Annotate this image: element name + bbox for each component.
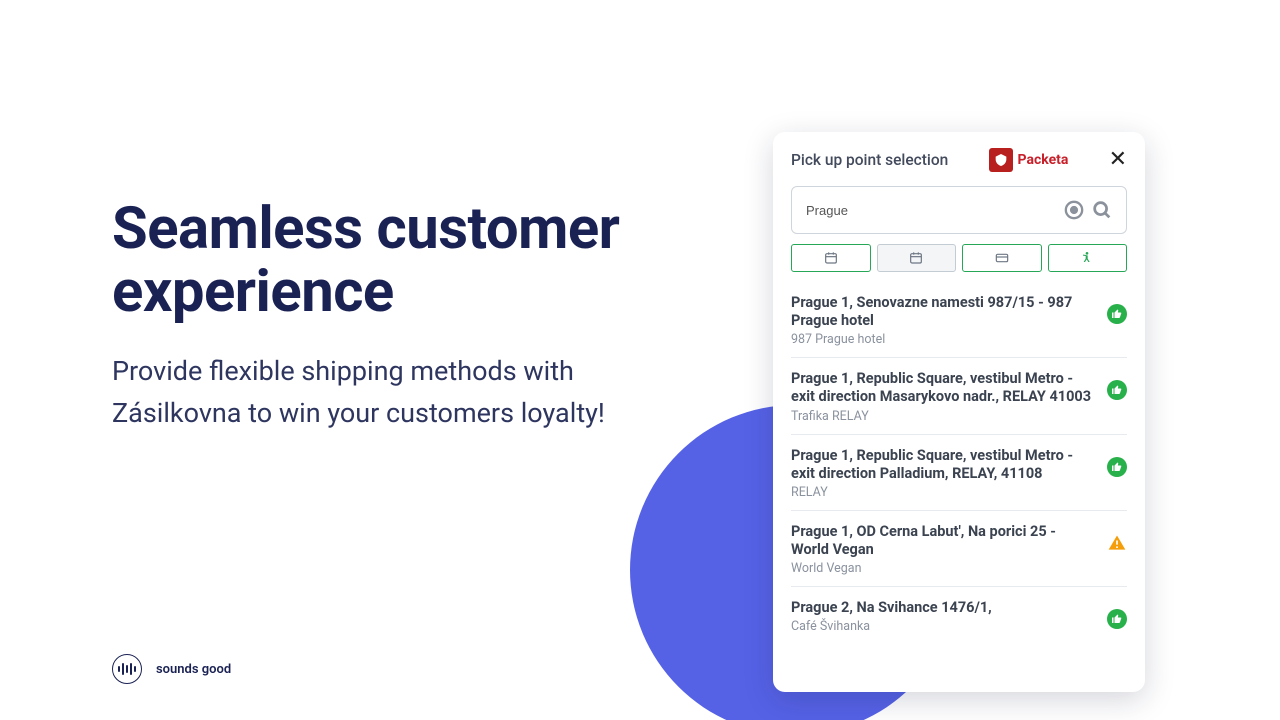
subheadline: Provide flexible shipping methods with Z… <box>112 351 632 435</box>
pickup-subtitle: RELAY <box>791 485 1097 500</box>
pickup-title: Prague 1, Republic Square, vestibul Metr… <box>791 370 1097 406</box>
locate-icon[interactable] <box>1060 196 1088 224</box>
search-icon[interactable] <box>1088 196 1116 224</box>
close-icon[interactable]: ✕ <box>1109 149 1127 171</box>
packeta-brand: Packeta <box>989 148 1069 172</box>
search-input[interactable] <box>806 203 1060 218</box>
filter-card[interactable] <box>962 244 1042 272</box>
pickup-point-row[interactable]: Prague 1, Republic Square, vestibul Metr… <box>791 357 1127 433</box>
filter-accessible[interactable] <box>1048 244 1128 272</box>
filter-calendar[interactable] <box>791 244 871 272</box>
sounds-good-badge: sounds good <box>112 654 231 684</box>
pickup-title: Prague 2, Na Svihance 1476/1, <box>791 599 1097 617</box>
search-field[interactable] <box>791 186 1127 234</box>
pickup-subtitle: Trafika RELAY <box>791 409 1097 424</box>
pickup-point-row[interactable]: Prague 2, Na Svihance 1476/1, Café Švihan… <box>791 586 1127 644</box>
pickup-point-row[interactable]: Prague 1, Republic Square, vestibul Metr… <box>791 434 1127 510</box>
status-ok-icon <box>1107 304 1127 324</box>
headline: Seamless customer experience <box>112 198 632 323</box>
status-ok-icon <box>1107 457 1127 477</box>
pickup-subtitle: Café Švihanka <box>791 619 1097 634</box>
badge-label: sounds good <box>156 662 231 677</box>
status-warning-icon <box>1107 533 1127 553</box>
status-ok-icon <box>1107 609 1127 629</box>
marketing-copy: Seamless customer experience Provide fle… <box>112 198 632 435</box>
packeta-icon <box>989 148 1013 172</box>
soundwave-icon <box>112 654 142 684</box>
panel-title: Pick up point selection <box>791 151 948 169</box>
status-ok-icon <box>1107 380 1127 400</box>
pickup-title: Prague 1, OD Cerna Labut', Na porici 25 … <box>791 523 1097 559</box>
filter-calendar-2[interactable] <box>877 244 957 272</box>
pickup-title: Prague 1, Senovazne namesti 987/15 - 987… <box>791 294 1097 330</box>
packeta-brand-text: Packeta <box>1018 152 1069 168</box>
pickup-title: Prague 1, Republic Square, vestibul Metr… <box>791 447 1097 483</box>
pickup-subtitle: 987 Prague hotel <box>791 332 1097 347</box>
pickup-point-row[interactable]: Prague 1, Senovazne namesti 987/15 - 987… <box>791 282 1127 357</box>
pickup-subtitle: World Vegan <box>791 561 1097 576</box>
pickup-point-widget: Pick up point selection Packeta ✕ Prague… <box>773 132 1145 692</box>
pickup-point-row[interactable]: Prague 1, OD Cerna Labut', Na porici 25 … <box>791 510 1127 586</box>
